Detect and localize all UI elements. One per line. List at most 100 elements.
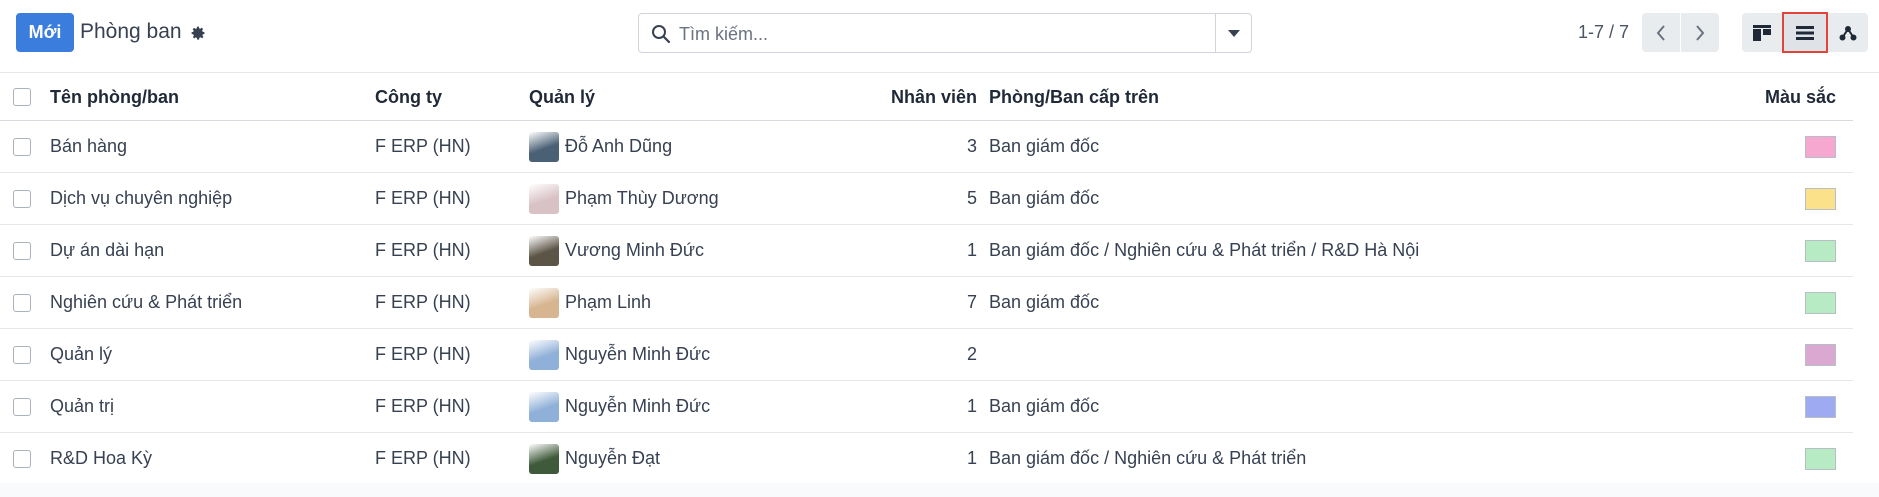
table-row[interactable]: Quản lý F ERP (HN) Nguyễn Minh Đức 2: [0, 329, 1853, 381]
employee-count: 1: [966, 448, 977, 468]
table-row[interactable]: Bán hàng F ERP (HN) Đỗ Anh Dũng 3 Ban giám đ…: [0, 121, 1853, 173]
company-name: F ERP (HN): [375, 240, 471, 260]
kanban-icon: [1753, 24, 1771, 41]
manager-cell: Vương Minh Đức: [529, 225, 704, 276]
employee-count: 1: [966, 240, 977, 260]
manager-name: Nguyễn Minh Đức: [565, 396, 711, 416]
avatar: [529, 235, 559, 266]
color-swatch: [1805, 343, 1836, 366]
employee-count: 7: [966, 292, 977, 312]
employee-count: 1: [966, 396, 977, 416]
avatar: [529, 443, 559, 474]
parent-department: Ban giám đốc: [989, 188, 1100, 208]
avatar: [529, 183, 559, 214]
avatar: [529, 339, 559, 370]
row-checkbox[interactable]: [13, 397, 31, 416]
table-row[interactable]: Dự án dài hạn F ERP (HN) Vương Minh Đức 1 Ba…: [0, 225, 1853, 277]
pager-next-button[interactable]: [1681, 13, 1719, 52]
color-cell: [1760, 381, 1836, 432]
search-options-toggle[interactable]: [1215, 14, 1251, 52]
company-name: F ERP (HN): [375, 448, 471, 468]
parent-department: Ban giám đốc: [989, 396, 1100, 416]
employee-count: 5: [966, 188, 977, 208]
company-name: F ERP (HN): [375, 396, 471, 416]
color-cell: [1760, 433, 1836, 484]
list-footer-area: [0, 483, 1879, 497]
department-name: R&D Hoa Kỳ: [50, 448, 153, 468]
column-header-parent[interactable]: Phòng/Ban cấp trên: [989, 74, 1159, 120]
department-name: Bán hàng: [50, 136, 128, 156]
color-swatch: [1805, 239, 1836, 262]
department-list-table: Tên phòng/ban Công ty Quản lý Nhân viên …: [0, 74, 1853, 485]
column-header-color[interactable]: Màu sắc: [1760, 74, 1836, 120]
gear-icon[interactable]: [190, 25, 206, 41]
row-checkbox[interactable]: [13, 293, 31, 312]
column-header-manager[interactable]: Quản lý: [529, 74, 595, 120]
table-row[interactable]: Quản trị F ERP (HN) Nguyễn Minh Đức 1 Ban gi…: [0, 381, 1853, 433]
row-checkbox[interactable]: [13, 137, 31, 156]
hierarchy-view-button[interactable]: [1828, 13, 1868, 52]
color-swatch: [1805, 187, 1836, 210]
hierarchy-icon: [1839, 25, 1857, 40]
column-header-company[interactable]: Công ty: [375, 74, 442, 120]
color-swatch: [1805, 447, 1836, 470]
kanban-view-button[interactable]: [1742, 13, 1782, 52]
parent-department: Ban giám đốc / Nghiên cứu & Phát triển: [989, 448, 1307, 468]
company-name: F ERP (HN): [375, 136, 471, 156]
table-row[interactable]: Nghiên cứu & Phát triển F ERP (HN) Phạm Li…: [0, 277, 1853, 329]
avatar: [529, 391, 559, 422]
manager-cell: Phạm Thùy Dương: [529, 173, 719, 224]
list-view-button[interactable]: [1782, 12, 1828, 53]
department-name: Nghiên cứu & Phát triển: [50, 292, 243, 312]
color-swatch: [1805, 395, 1836, 418]
pager-value[interactable]: 1-7 / 7: [1578, 22, 1629, 43]
row-checkbox[interactable]: [13, 345, 31, 364]
parent-department: Ban giám đốc: [989, 136, 1100, 156]
column-header-employees[interactable]: Nhân viên: [860, 74, 977, 120]
manager-name: Phạm Thùy Dương: [565, 188, 719, 208]
color-cell: [1760, 225, 1836, 276]
select-all-checkbox[interactable]: [13, 88, 31, 106]
company-name: F ERP (HN): [375, 292, 471, 312]
table-row[interactable]: R&D Hoa Kỳ F ERP (HN) Nguyễn Đạt 1 Ban giám …: [0, 433, 1853, 485]
row-checkbox[interactable]: [13, 449, 31, 468]
search-bar: [638, 13, 1252, 53]
row-checkbox[interactable]: [13, 189, 31, 208]
parent-department: Ban giám đốc: [989, 292, 1100, 312]
manager-cell: Nguyễn Minh Đức: [529, 381, 710, 432]
avatar: [529, 287, 559, 318]
color-swatch: [1805, 291, 1836, 314]
manager-name: Vương Minh Đức: [565, 240, 704, 260]
manager-name: Phạm Linh: [565, 292, 652, 312]
page-title: Phòng ban: [80, 20, 182, 43]
manager-cell: Nguyễn Minh Đức: [529, 329, 710, 380]
control-panel: Mới Phòng ban 1-7 / 7: [0, 0, 1879, 73]
company-name: F ERP (HN): [375, 344, 471, 364]
employee-count: 2: [966, 344, 977, 364]
chevron-left-icon: [1656, 24, 1665, 41]
row-checkbox[interactable]: [13, 241, 31, 260]
table-row[interactable]: Dịch vụ chuyên nghiệp F ERP (HN) Phạm Thùy…: [0, 173, 1853, 225]
new-button[interactable]: Mới: [16, 13, 74, 52]
manager-name: Nguyễn Minh Đức: [565, 344, 711, 364]
department-name: Quản trị: [50, 396, 115, 416]
list-icon: [1796, 25, 1814, 40]
search-icon: [652, 25, 671, 44]
color-cell: [1760, 329, 1836, 380]
column-header-name[interactable]: Tên phòng/ban: [50, 74, 179, 120]
manager-name: Nguyễn Đạt: [565, 448, 661, 468]
department-name: Dự án dài hạn: [50, 240, 165, 260]
caret-down-icon: [1227, 29, 1240, 37]
avatar: [529, 131, 559, 162]
color-swatch: [1805, 135, 1836, 158]
parent-department: Ban giám đốc / Nghiên cứu & Phát triển /…: [989, 240, 1420, 260]
color-cell: [1760, 173, 1836, 224]
chevron-right-icon: [1696, 24, 1705, 41]
employee-count: 3: [966, 136, 977, 156]
color-cell: [1760, 277, 1836, 328]
pager-previous-button[interactable]: [1642, 13, 1680, 52]
table-header-row: Tên phòng/ban Công ty Quản lý Nhân viên …: [0, 74, 1853, 121]
company-name: F ERP (HN): [375, 188, 471, 208]
department-name: Quản lý: [50, 344, 113, 364]
search-input[interactable]: [679, 20, 1239, 48]
